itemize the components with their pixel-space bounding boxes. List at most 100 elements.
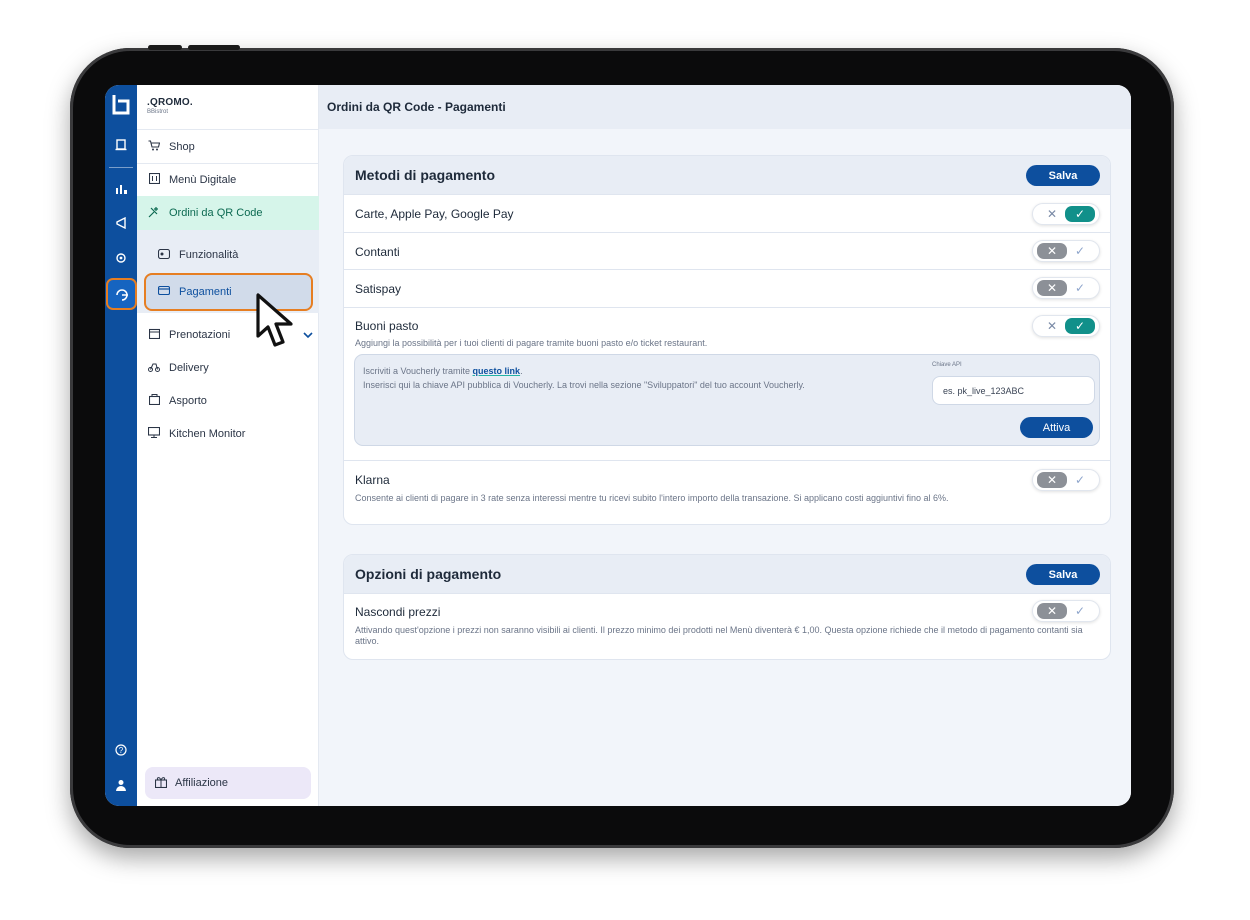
api-key-label: Chiave API bbox=[932, 362, 962, 368]
payment-method-title: Klarna bbox=[355, 473, 390, 487]
close-icon: ✕ bbox=[1037, 472, 1067, 488]
calendar-icon bbox=[147, 328, 161, 342]
payment-option-description: Attivando quest'opzione i prezzi non sar… bbox=[355, 625, 1083, 646]
cards-toggle[interactable]: ✕ ✓ bbox=[1032, 203, 1100, 225]
card-title: Metodi di pagamento bbox=[355, 167, 495, 183]
voucherly-instructions: Inserisci qui la chiave API pubblica di … bbox=[363, 380, 805, 390]
brand-subtitle: BBistrot bbox=[147, 109, 169, 115]
check-icon: ✓ bbox=[1074, 281, 1086, 295]
payment-method-row: Contanti ✕ ✓ bbox=[344, 232, 1110, 269]
receipt-icon[interactable] bbox=[105, 131, 137, 159]
bag-icon bbox=[147, 393, 161, 408]
rail-divider bbox=[109, 167, 133, 168]
sidebar-item-ordini-qr[interactable]: Ordini da QR Code bbox=[137, 196, 319, 230]
mouse-pointer-icon bbox=[254, 292, 300, 357]
payment-method-description: Consente ai clienti di pagare in 3 rate … bbox=[355, 493, 949, 503]
cash-toggle[interactable]: ✕ ✓ bbox=[1032, 240, 1100, 262]
check-icon: ✓ bbox=[1074, 473, 1086, 487]
icon-rail: ? bbox=[105, 85, 137, 806]
main-content: Metodi di pagamento Salva Carte, Apple P… bbox=[319, 129, 1131, 806]
app-logo-icon[interactable] bbox=[105, 87, 137, 121]
payment-method-title: Buoni pasto bbox=[355, 319, 419, 333]
scooter-icon bbox=[147, 361, 161, 375]
volume-button bbox=[148, 45, 182, 50]
chart-icon[interactable] bbox=[105, 175, 137, 203]
voucherly-text: Iscriviti a Voucherly tramite questo lin… bbox=[363, 364, 903, 392]
help-icon[interactable]: ? bbox=[105, 736, 137, 764]
cart-icon bbox=[147, 139, 161, 154]
features-icon bbox=[157, 248, 171, 262]
sidebar-item-shop[interactable]: Shop bbox=[137, 129, 319, 163]
payment-option-title: Nascondi prezzi bbox=[355, 605, 441, 619]
check-icon: ✓ bbox=[1065, 318, 1095, 334]
check-icon: ✓ bbox=[1065, 206, 1095, 222]
sidebar: .QROMO. BBistrot Shop Menù Digitale Ordi… bbox=[137, 85, 319, 806]
affiliate-button[interactable]: Affiliazione bbox=[145, 767, 311, 799]
sidebar-item-label: Asporto bbox=[169, 394, 207, 407]
sidebar-item-funzionalita[interactable]: Funzionalità bbox=[137, 240, 319, 270]
brand-name: .QROMO. bbox=[147, 97, 193, 108]
satispay-toggle[interactable]: ✕ ✓ bbox=[1032, 277, 1100, 299]
payment-method-title: Satispay bbox=[355, 282, 402, 296]
voucherly-intro-end: . bbox=[520, 366, 523, 376]
check-icon: ✓ bbox=[1074, 244, 1086, 258]
voucherly-wrapper: Iscriviti a Voucherly tramite questo lin… bbox=[344, 349, 1100, 449]
sidebar-item-kitchen-monitor[interactable]: Kitchen Monitor bbox=[137, 417, 319, 450]
sidebar-item-label: Ordini da QR Code bbox=[169, 207, 263, 219]
payment-method-row: Satispay ✕ ✓ bbox=[344, 269, 1110, 307]
sidebar-item-label: Delivery bbox=[169, 361, 209, 374]
payment-method-description: Aggiungi la possibilità per i tuoi clien… bbox=[355, 338, 708, 348]
settings-icon[interactable] bbox=[105, 244, 137, 272]
payment-methods-card: Metodi di pagamento Salva Carte, Apple P… bbox=[343, 155, 1111, 525]
sidebar-item-asporto[interactable]: Asporto bbox=[137, 384, 319, 417]
sidebar-item-label: Kitchen Monitor bbox=[169, 427, 246, 440]
close-icon: ✕ bbox=[1037, 603, 1067, 619]
voucherly-intro: Iscriviti a Voucherly tramite bbox=[363, 366, 473, 376]
chevron-down-icon[interactable] bbox=[303, 328, 313, 342]
sidebar-item-menu-digitale[interactable]: Menù Digitale bbox=[137, 163, 319, 196]
affiliate-label: Affiliazione bbox=[175, 777, 228, 789]
sidebar-item-label: Prenotazioni bbox=[169, 328, 231, 341]
sidebar-item-label: Menù Digitale bbox=[169, 174, 237, 186]
megaphone-icon[interactable] bbox=[105, 209, 137, 237]
card-title: Opzioni di pagamento bbox=[355, 566, 502, 582]
save-button[interactable]: Salva bbox=[1026, 165, 1100, 186]
brand: .QROMO. BBistrot bbox=[147, 97, 193, 115]
save-button[interactable]: Salva bbox=[1026, 564, 1100, 585]
api-key-input[interactable]: es. pk_live_123ABC bbox=[932, 376, 1095, 405]
meal-voucher-toggle[interactable]: ✕ ✓ bbox=[1032, 315, 1100, 337]
payment-method-title: Carte, Apple Pay, Google Pay bbox=[355, 207, 514, 221]
qr-icon bbox=[147, 206, 161, 221]
activate-button[interactable]: Attiva bbox=[1020, 417, 1093, 438]
card-header: Metodi di pagamento Salva bbox=[344, 156, 1110, 194]
close-icon: ✕ bbox=[1046, 319, 1058, 333]
page-header: Ordini da QR Code - Pagamenti bbox=[319, 85, 1131, 129]
monitor-icon bbox=[147, 426, 161, 441]
close-icon: ✕ bbox=[1037, 280, 1067, 296]
svg-text:?: ? bbox=[119, 746, 124, 755]
klarna-toggle[interactable]: ✕ ✓ bbox=[1032, 469, 1100, 491]
payment-options-card: Opzioni di pagamento Salva Nascondi prez… bbox=[343, 554, 1111, 660]
sidebar-item-label: Shop bbox=[169, 140, 195, 153]
gift-icon bbox=[154, 776, 168, 791]
close-icon: ✕ bbox=[1046, 207, 1058, 221]
menu-icon bbox=[147, 172, 161, 187]
payment-option-row: Nascondi prezzi Attivando quest'opzione … bbox=[344, 593, 1110, 659]
card-icon bbox=[157, 285, 171, 298]
card-header: Opzioni di pagamento Salva bbox=[344, 555, 1110, 593]
payment-method-row: Carte, Apple Pay, Google Pay ✕ ✓ bbox=[344, 194, 1110, 232]
payment-method-row: Buoni pasto Aggiungi la possibilità per … bbox=[344, 307, 1110, 460]
qr-orders-icon[interactable] bbox=[106, 278, 137, 310]
voucherly-panel: Iscriviti a Voucherly tramite questo lin… bbox=[354, 354, 1100, 446]
voucherly-link[interactable]: questo link bbox=[473, 366, 521, 376]
user-icon[interactable] bbox=[105, 771, 137, 799]
sidebar-item-label: Funzionalità bbox=[179, 249, 239, 261]
app-screen: ? .QROMO. BBistrot Shop Menù Digitale Or… bbox=[105, 85, 1131, 806]
sidebar-item-label: Pagamenti bbox=[179, 286, 232, 298]
hide-prices-toggle[interactable]: ✕ ✓ bbox=[1032, 600, 1100, 622]
volume-button bbox=[188, 45, 240, 50]
payment-method-row: Klarna Consente ai clienti di pagare in … bbox=[344, 460, 1110, 524]
payment-method-title: Contanti bbox=[355, 245, 400, 259]
check-icon: ✓ bbox=[1074, 604, 1086, 618]
close-icon: ✕ bbox=[1037, 243, 1067, 259]
